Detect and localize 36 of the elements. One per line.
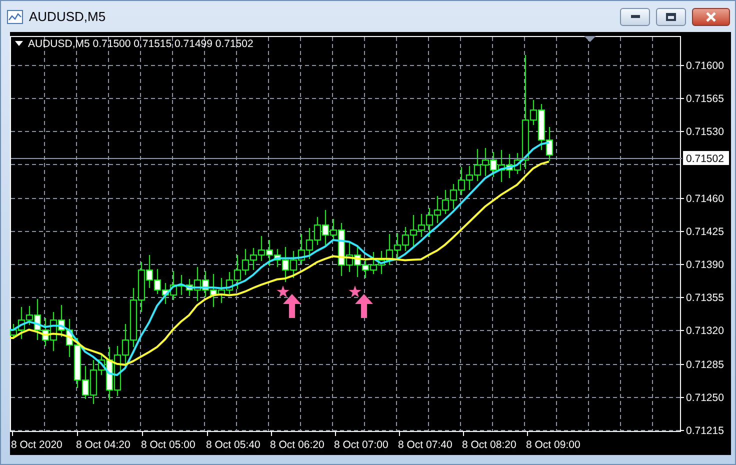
time-axis-label: 8 Oct 06:20 — [270, 439, 324, 451]
window-title: AUDUSD,M5 — [29, 8, 107, 26]
price-axis-label: 0.71530 — [686, 126, 724, 138]
dropdown-icon[interactable] — [15, 41, 23, 46]
maximize-button[interactable] — [656, 8, 686, 26]
price-axis-label: 0.71355 — [686, 292, 724, 304]
chart-shift-icon[interactable] — [584, 36, 596, 42]
price-axis-label: 0.71250 — [686, 392, 724, 404]
current-price-label: 0.71502 — [683, 151, 729, 165]
time-axis-label: 8 Oct 2020 — [11, 439, 62, 451]
price-axis-label: 0.71425 — [686, 226, 724, 238]
minimize-icon — [630, 15, 640, 18]
minimize-button[interactable] — [620, 8, 650, 26]
close-button[interactable] — [692, 8, 730, 26]
time-axis-label: 8 Oct 07:40 — [398, 439, 452, 451]
star-icon — [348, 286, 362, 298]
time-axis-label: 8 Oct 05:00 — [141, 439, 196, 451]
chart-header: AUDUSD,M5 0.71500 0.71515 0.71499 0.71502 — [28, 38, 254, 50]
time-axis-label: 8 Oct 04:20 — [76, 439, 130, 451]
price-axis-label: 0.71320 — [686, 325, 724, 337]
close-icon — [705, 12, 717, 22]
time-axis-label: 8 Oct 09:00 — [526, 439, 580, 451]
price-axis-label: 0.71600 — [686, 60, 724, 72]
price-axis-label: 0.71390 — [686, 259, 724, 271]
time-axis-label: 8 Oct 08:20 — [462, 439, 516, 451]
maximize-icon — [666, 12, 676, 20]
time-axis-label: 8 Oct 07:00 — [334, 439, 388, 451]
up-arrow-icon — [283, 294, 301, 318]
time-axis-label: 8 Oct 05:40 — [206, 439, 260, 451]
up-arrow-icon — [355, 294, 373, 318]
star-icon — [276, 286, 290, 298]
price-axis-label: 0.71285 — [686, 359, 724, 371]
price-axis-label: 0.71460 — [686, 193, 724, 205]
price-axis-label: 0.71215 — [686, 425, 724, 437]
price-axis-label: 0.71565 — [686, 93, 724, 105]
chart-window-icon — [7, 10, 23, 24]
